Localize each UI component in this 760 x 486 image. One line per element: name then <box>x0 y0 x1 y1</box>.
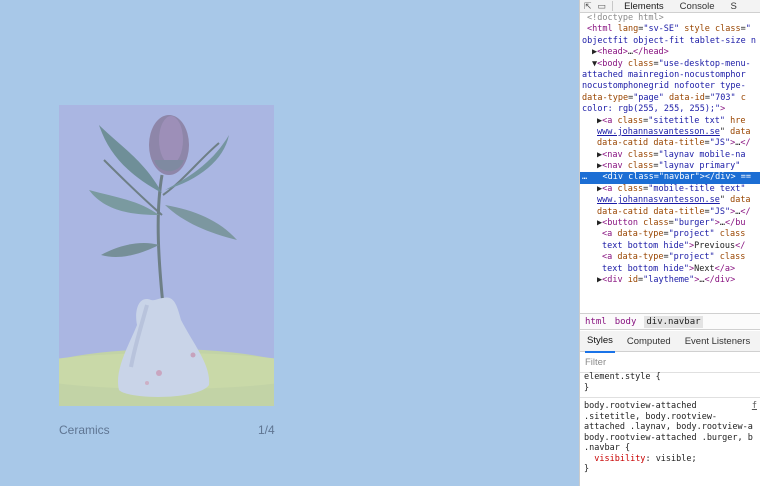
rule-selector-line: attached .laynav, body.rootview-a <box>584 422 753 432</box>
rule-close: } <box>584 464 590 474</box>
dom-node-line[interactable]: ▶<nav class="laynav primary" <box>580 161 760 172</box>
dom-node-line[interactable]: ▶<nav class="laynav mobile-na <box>580 150 760 161</box>
devtools-toolbar: ⇱ ▭ Elements Console S <box>580 0 760 13</box>
dom-node-line[interactable]: data-catid data-title="JS">…</ <box>580 138 760 149</box>
devtools-panel: ⇱ ▭ Elements Console S <!doctype html> <h… <box>579 0 760 486</box>
dom-node-line[interactable]: www.johannasvantesson.se" data <box>580 195 760 206</box>
tab-sources[interactable]: S <box>726 1 742 12</box>
dom-node-line[interactable]: text bottom hide">Previous</ <box>580 241 760 252</box>
device-toggle-icon[interactable]: ▭ <box>598 1 607 12</box>
website-page: Ceramics 1/4 <box>0 0 579 486</box>
dom-node-line[interactable]: <html lang="sv-SE" style class=" <box>580 24 760 35</box>
dom-node-line[interactable]: nocustomphonegrid nofooter type- <box>580 81 760 92</box>
tab-styles[interactable]: Styles <box>585 330 615 353</box>
dom-node-line[interactable]: text bottom hide">Next</a> <box>580 264 760 275</box>
dom-node-line[interactable]: www.johannasvantesson.se" data <box>580 127 760 138</box>
rule-selector-line: body.rootview-attached .burger, b <box>584 432 753 443</box>
project-image-counter: 1/4 <box>258 423 275 437</box>
dom-node-line[interactable]: <!doctype html> <box>580 13 760 24</box>
rule-selector-line: .navbar { <box>584 443 631 453</box>
project-thumbnail-image[interactable] <box>59 105 274 406</box>
cursor-select-icon[interactable]: ⇱ <box>584 1 592 12</box>
breadcrumb-html[interactable]: html <box>585 317 607 327</box>
css-declaration[interactable]: visibility: visible; <box>584 454 760 465</box>
tab-event-listeners[interactable]: Event Listeners <box>683 331 752 352</box>
element-style-selector[interactable]: element.style { <box>584 372 760 383</box>
dom-node-selected[interactable]: … <div class="navbar"></div> == <box>580 172 760 184</box>
styles-filter-input[interactable]: Filter <box>580 352 760 373</box>
elements-tree[interactable]: <!doctype html> <html lang="sv-SE" style … <box>580 13 760 313</box>
styles-pane: element.style { } body.rootview-attached… <box>580 372 760 486</box>
breadcrumb-body[interactable]: body <box>615 317 637 327</box>
dom-node-line[interactable]: ▶<div id="laytheme">…</div> <box>580 275 760 286</box>
dom-node-line[interactable]: data-catid data-title="JS">…</ <box>580 207 760 218</box>
dom-node-line[interactable]: data-type="page" data-id="703" c <box>580 93 760 104</box>
rule-selector-line: body.rootview-attached f <box>584 401 760 412</box>
dom-node-line[interactable]: attached mainregion-nocustomphor <box>580 70 760 81</box>
ceramic-vase-photo <box>59 105 274 406</box>
dom-node-line[interactable]: ▶<a class="sitetitle txt" hre <box>580 116 760 127</box>
dom-node-line[interactable]: objectfit object-fit tablet-size n <box>580 36 760 47</box>
tab-console[interactable]: Console <box>675 1 720 12</box>
tab-computed[interactable]: Computed <box>625 331 673 352</box>
tab-elements[interactable]: Elements <box>619 1 669 12</box>
stylesheet-source-link[interactable]: f <box>752 401 757 412</box>
breadcrumb-div-navbar[interactable]: div.navbar <box>644 315 703 328</box>
dom-node-line[interactable]: ▶<head>…</head> <box>580 47 760 58</box>
project-caption-title: Ceramics <box>59 423 110 437</box>
dom-breadcrumb: html body div.navbar <box>580 313 760 330</box>
element-style-close: } <box>584 382 590 393</box>
dom-node-line[interactable]: ▶<a class="mobile-title text" <box>580 184 760 195</box>
dom-node-line[interactable]: ▶<button class="burger">…</bu <box>580 218 760 229</box>
dom-node-line[interactable]: <a data-type="project" class <box>580 252 760 263</box>
toolbar-divider <box>612 1 614 11</box>
dom-node-line[interactable]: <a data-type="project" class <box>580 229 760 240</box>
rule-selector-text: body.rootview-attached <box>584 401 697 411</box>
rule-selector-line: .sitetitle, body.rootview- <box>584 411 718 422</box>
sidebar-tabs: Styles Computed Event Listeners <box>580 330 760 353</box>
css-property-name[interactable]: visibility <box>594 454 645 464</box>
dom-node-line[interactable]: ▼<body class="use-desktop-menu- <box>580 59 760 70</box>
dom-node-line[interactable]: color: rgb(255, 255, 255);"> <box>580 104 760 115</box>
rule-divider <box>580 397 760 398</box>
css-property-value[interactable]: visible <box>656 454 692 464</box>
